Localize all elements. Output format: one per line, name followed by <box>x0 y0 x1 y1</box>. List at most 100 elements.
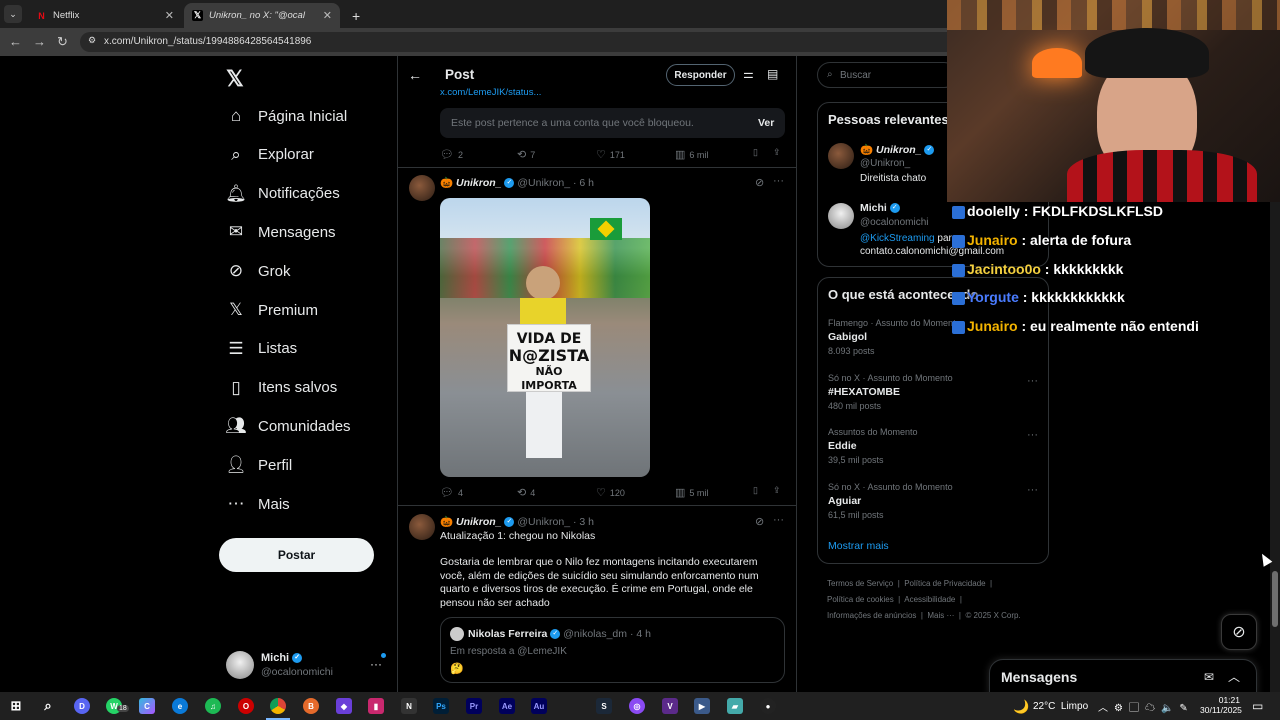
reload-icon[interactable]: ↻ <box>57 34 68 50</box>
grok-icon[interactable]: ⊘ <box>755 515 764 528</box>
person-name[interactable]: Michi <box>860 202 887 214</box>
sidebar-item-more[interactable]: ⋯ Mais <box>226 491 290 517</box>
bookmark-icon[interactable]: ▯ <box>753 147 758 158</box>
bio-link[interactable]: @KickStreaming <box>860 233 935 244</box>
scrollbar-thumb[interactable] <box>1272 571 1278 627</box>
grok-icon[interactable]: ⊘ <box>755 176 764 189</box>
trend-item[interactable]: Assuntos do Momento Eddie 39,5 mil posts ··… <box>828 427 1038 465</box>
person-name[interactable]: Unikron_ <box>876 144 922 156</box>
app-icon[interactable]: ▮ <box>368 698 384 714</box>
site-info-icon[interactable]: ⚙ <box>88 35 96 46</box>
sidebar-item-bell[interactable]: 🔔︎ Notificações <box>225 181 340 207</box>
more-icon[interactable]: ··· <box>370 657 382 671</box>
chat-username[interactable]: Jacintoo0o <box>967 261 1041 277</box>
more-icon[interactable]: ··· <box>1027 484 1038 496</box>
sidebar-item-x-logo[interactable]: 𝕏 Premium <box>226 297 318 323</box>
post-image[interactable]: VIDA DE N@ZISTA NÃO IMPORTA <box>440 198 650 477</box>
url-input[interactable]: ⚙ x.com/Unikron_/status/1994886428564541… <box>80 32 960 52</box>
steam-icon[interactable]: S <box>596 698 612 714</box>
views-action[interactable]: ▥ 5 mil <box>675 486 708 499</box>
show-more-link[interactable]: Mostrar mais <box>828 540 889 552</box>
edge-icon[interactable]: e <box>172 698 188 714</box>
footer-link[interactable]: Acessibilidade <box>904 595 955 604</box>
notion-icon[interactable]: N <box>401 698 417 714</box>
sidebar-item-list[interactable]: ☰ Listas <box>226 336 297 362</box>
footer-link[interactable]: Política de cookies <box>827 595 894 604</box>
weather-text[interactable]: 22°C Limpo <box>1033 701 1088 712</box>
reply-action[interactable]: 💬︎ 2 <box>440 148 463 161</box>
search-icon[interactable]: ⌕ <box>40 698 56 714</box>
author-handle[interactable]: @Unikron_ <box>517 177 570 189</box>
sidebar-item-bookmark[interactable]: ▯ Itens salvos <box>226 375 337 401</box>
tab-netflix[interactable]: N Netflix ✕ <box>28 3 182 28</box>
footer-link[interactable]: Informações de anúncios <box>827 611 916 620</box>
more-icon[interactable]: ··· <box>773 514 784 526</box>
clock[interactable]: 01:21 30/11/2025 <box>1200 695 1242 715</box>
back-icon[interactable]: ← <box>9 34 22 49</box>
views-action[interactable]: ▥ 6 mil <box>675 148 708 161</box>
sidebar-item-grok[interactable]: ⊘ Grok <box>226 258 291 284</box>
after-effects-icon[interactable]: Ae <box>499 698 515 714</box>
chat-username[interactable]: Junairo <box>967 318 1018 334</box>
quoted-post[interactable]: Nikolas Ferreira ✓ @nikolas_dm · 4 h Em … <box>440 617 785 683</box>
bookmark-icon[interactable]: ▯ <box>753 485 758 496</box>
chrome-icon[interactable] <box>270 698 286 714</box>
spotify-icon[interactable]: ♫ <box>205 698 221 714</box>
tab-unikron[interactable]: 𝕏 Unikron_ no X: "@ocal ✕ <box>184 3 340 28</box>
more-icon[interactable]: ··· <box>1027 375 1038 387</box>
share-icon[interactable]: ⇪ <box>773 147 781 158</box>
more-icon[interactable]: ··· <box>1027 429 1038 441</box>
sidebar-item-home[interactable]: ⌂ Página Inicial <box>226 103 347 129</box>
view-button[interactable]: Ver <box>758 117 774 129</box>
reply-button[interactable]: Responder <box>666 64 735 86</box>
repost-action[interactable]: ⟲ 4 <box>517 486 535 499</box>
opera-icon[interactable]: O <box>238 698 254 714</box>
footer-link[interactable]: Política de Privacidade <box>904 579 985 588</box>
person-handle[interactable]: @ocalonomichi <box>860 217 929 228</box>
x-logo-icon[interactable]: 𝕏 <box>226 66 244 92</box>
app-icon[interactable]: ◆ <box>336 698 352 714</box>
app-icon[interactable]: V <box>662 698 678 714</box>
reader-icon[interactable]: ▤ <box>767 67 778 81</box>
avatar[interactable] <box>828 143 854 169</box>
premiere-icon[interactable]: Pr <box>466 698 482 714</box>
new-message-icon[interactable]: ✉ <box>1204 670 1214 684</box>
footer-link[interactable]: Mais ··· <box>927 611 954 620</box>
chat-username[interactable]: doolelly <box>967 203 1020 219</box>
obs-icon[interactable]: ● <box>760 698 776 714</box>
audition-icon[interactable]: Au <box>531 698 547 714</box>
trend-item[interactable]: Só no X · Assunto do Momento Aguiar 61,5 m… <box>828 482 1038 520</box>
close-icon[interactable]: ✕ <box>323 9 332 22</box>
author-name[interactable]: Unikron_ <box>456 177 502 189</box>
app-icon[interactable]: ▰ <box>727 698 743 714</box>
post-time[interactable]: · 3 h <box>573 516 594 528</box>
discord-icon[interactable]: D <box>74 698 90 714</box>
messages-drawer[interactable]: Mensagens ✉ ︿ <box>989 659 1257 692</box>
share-icon[interactable]: ⇪ <box>773 485 781 496</box>
blocked-link[interactable]: x.com/LemeJIK/status... <box>440 87 541 98</box>
photoshop-icon[interactable]: Ps <box>433 698 449 714</box>
sidebar-item-mail[interactable]: ✉ Mensagens <box>226 219 336 245</box>
close-icon[interactable]: ✕ <box>165 9 174 22</box>
author-name[interactable]: Unikron_ <box>456 516 502 528</box>
windows-start-icon[interactable]: ⊞ <box>8 698 24 714</box>
footer-link[interactable]: Termos de Serviço <box>827 579 893 588</box>
copilot-icon[interactable]: C <box>139 698 155 714</box>
tray-icons[interactable]: ︿⚙▢☁🔈✎ <box>1098 699 1194 714</box>
app-icon[interactable]: ◎ <box>629 698 645 714</box>
chat-username[interactable]: Junairo <box>967 232 1018 248</box>
person-handle[interactable]: @Unikron_ <box>860 158 910 169</box>
reply-action[interactable]: 💬︎ 4 <box>440 486 463 499</box>
filter-icon[interactable]: ⚌ <box>743 67 754 81</box>
author-handle[interactable]: @Unikron_ <box>517 516 570 528</box>
chat-username[interactable]: Yorgute <box>967 289 1019 305</box>
chevron-up-icon[interactable]: ︿ <box>1228 668 1240 685</box>
avatar[interactable] <box>409 514 435 540</box>
tab-list-button[interactable]: ⌄ <box>4 5 22 23</box>
blender-icon[interactable]: B <box>303 698 319 714</box>
avatar[interactable] <box>828 203 854 229</box>
search-input[interactable]: ⌕ Buscar <box>817 62 957 88</box>
more-icon[interactable]: ··· <box>773 175 784 187</box>
new-tab-button[interactable]: + <box>344 3 368 28</box>
sidebar-item-people[interactable]: 👥︎ Comunidades <box>225 413 350 439</box>
